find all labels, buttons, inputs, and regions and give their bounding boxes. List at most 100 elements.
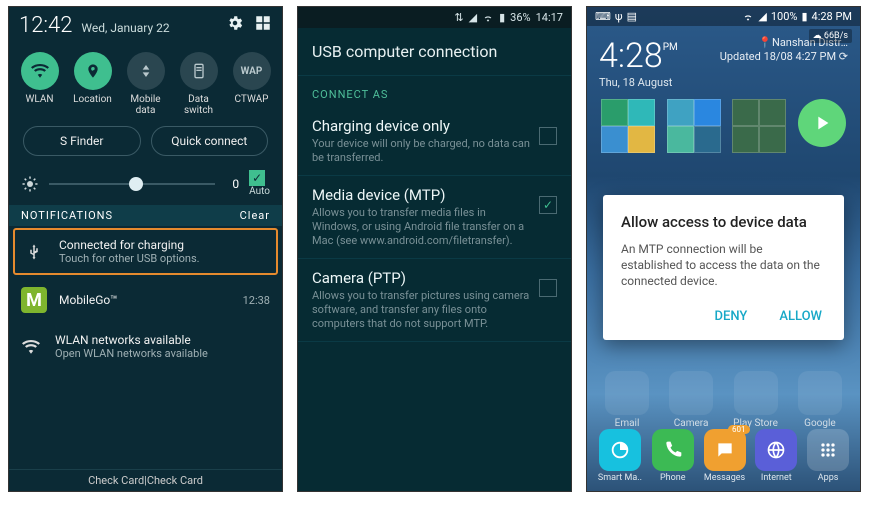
mobile-data-icon: ⇅: [454, 11, 463, 24]
quick-settings-row: WLAN Location Mobile data Data switch WA…: [9, 44, 282, 120]
network-speed-widget: ☁ 66B/s: [809, 29, 852, 43]
qs-ctwap[interactable]: WAP CTWAP: [228, 52, 276, 116]
option-ptp[interactable]: Camera (PTP) Allows you to transfer pict…: [298, 259, 571, 342]
brightness-row: 0 ✓ Auto: [9, 162, 282, 205]
option-title: Media device (MTP): [312, 186, 531, 204]
option-desc: Allows you to transfer pictures using ca…: [312, 289, 531, 331]
shade-footer[interactable]: Check Card|Check Card: [9, 469, 282, 491]
dock-label: Smart Ma..: [598, 473, 642, 483]
dock: Smart Ma.. Phone 601Messages Internet Ap…: [587, 425, 860, 487]
folder-widget-1[interactable]: [601, 99, 655, 153]
app-play-store[interactable]: Play Store: [733, 371, 778, 429]
keyboard-icon: ⌨: [595, 10, 611, 23]
notification-item-usb[interactable]: Connected for charging Touch for other U…: [13, 228, 278, 275]
checkbox[interactable]: [539, 279, 557, 297]
auto-brightness-label: Auto: [249, 186, 270, 197]
folder-widget-2[interactable]: [667, 99, 721, 153]
brightness-value: 0: [225, 177, 239, 191]
status-time: 12:42: [19, 13, 72, 38]
dock-label: Internet: [761, 473, 792, 483]
notification-shade-screen: 12:42 Wed, January 22 WLAN Location Mobi…: [8, 6, 283, 492]
net-speed-value: 66B/s: [824, 31, 848, 41]
connect-as-header: CONNECT AS: [298, 76, 571, 107]
status-bar: ⇅ ◢ ▮ 36% 14:17: [298, 7, 571, 28]
widget-row: [587, 93, 860, 159]
clock-time: 4:28: [599, 36, 663, 76]
mobilego-icon: M: [21, 287, 47, 313]
option-mtp[interactable]: Media device (MTP) Allows you to transfe…: [298, 176, 571, 259]
option-charging-only[interactable]: Charging device only Your device will on…: [298, 107, 571, 176]
dock-apps[interactable]: Apps: [807, 429, 849, 483]
dock-label: Phone: [660, 473, 686, 483]
option-title: Camera (PTP): [312, 269, 531, 287]
qs-mobile-data[interactable]: Mobile data: [122, 52, 170, 116]
checkbox[interactable]: [539, 127, 557, 145]
clock-ampm: PM: [663, 42, 678, 53]
status-left-icons: ⌨ ψ ▤: [595, 10, 637, 23]
qs-wlan-label: WLAN: [16, 94, 64, 105]
status-bar: 12:42 Wed, January 22: [9, 7, 282, 44]
app-google[interactable]: Google: [798, 371, 842, 429]
refresh-icon[interactable]: ⟳: [839, 50, 848, 63]
background-app-row: Email Camera Play Store Google: [587, 371, 860, 429]
allow-button[interactable]: ALLOW: [775, 301, 826, 332]
notifications-header: NOTIFICATIONS: [21, 209, 113, 222]
home-mtp-dialog-screen: ⌨ ψ ▤ ◢ 100% ▮ 4:28 PM ☁ 66B/s 4:28PM Th…: [586, 6, 861, 492]
s-finder-button[interactable]: S Finder: [23, 126, 141, 156]
checkbox[interactable]: ✓: [539, 196, 557, 214]
signal-icon: ◢: [758, 10, 766, 23]
location-pin-icon: 📍: [758, 36, 772, 49]
running-icon: ▤: [627, 10, 637, 23]
quick-connect-button[interactable]: Quick connect: [151, 126, 269, 156]
dock-internet[interactable]: Internet: [755, 429, 797, 483]
battery-icon: ▮: [801, 10, 807, 23]
mtp-dialog: Allow access to device data An MTP conne…: [603, 195, 844, 340]
notif-title: WLAN networks available: [55, 333, 208, 347]
auto-brightness-checkbox[interactable]: ✓: [249, 170, 265, 186]
option-title: Charging device only: [312, 117, 531, 135]
qs-location-label: Location: [69, 94, 117, 105]
dock-label: Messages: [704, 473, 745, 483]
usb-icon: ψ: [615, 10, 623, 23]
wifi-icon: [742, 12, 754, 22]
brightness-slider[interactable]: [49, 183, 215, 185]
signal-icon: ◢: [469, 11, 477, 24]
dialog-title: Allow access to device data: [621, 213, 826, 231]
dock-smart-manager[interactable]: Smart Ma..: [598, 429, 642, 483]
app-email[interactable]: Email: [605, 371, 649, 429]
dock-messages[interactable]: 601Messages: [704, 429, 746, 483]
badge: 601: [728, 425, 750, 434]
screen-title: USB computer connection: [298, 28, 571, 76]
dock-label: Apps: [818, 473, 839, 483]
brightness-icon: [21, 175, 39, 193]
clear-button[interactable]: Clear: [240, 209, 270, 222]
qs-location[interactable]: Location: [69, 52, 117, 116]
dock-phone[interactable]: Phone: [652, 429, 694, 483]
notification-item-mobilego[interactable]: M MobileGo™ 12:38: [9, 277, 282, 323]
fab-button[interactable]: [798, 99, 846, 147]
notif-sub: Open WLAN networks available: [55, 347, 208, 360]
wifi-icon: [482, 13, 494, 23]
qs-mobile-data-label: Mobile data: [122, 94, 170, 116]
status-battery: 36%: [510, 11, 530, 24]
qs-data-switch-label: Data switch: [175, 94, 223, 116]
folder-widget-3[interactable]: [732, 99, 786, 153]
usb-icon: [25, 241, 47, 263]
wap-icon: WAP: [233, 52, 271, 90]
qs-wlan[interactable]: WLAN: [16, 52, 64, 116]
grid-menu-icon[interactable]: [254, 14, 272, 32]
status-bar: ⌨ ψ ▤ ◢ 100% ▮ 4:28 PM: [587, 7, 860, 26]
battery-icon: ▮: [499, 11, 505, 24]
qs-data-switch[interactable]: Data switch: [175, 52, 223, 116]
option-desc: Allows you to transfer media files in Wi…: [312, 206, 531, 248]
status-time: 4:28 PM: [812, 10, 852, 23]
status-time: 14:17: [536, 11, 563, 24]
clock-date: Thu, 18 August: [599, 76, 678, 89]
settings-icon[interactable]: [226, 14, 244, 32]
qs-ctwap-label: CTWAP: [228, 94, 276, 105]
notification-item-wlan[interactable]: WLAN networks available Open WLAN networ…: [9, 323, 282, 370]
notif-sub: Touch for other USB options.: [59, 252, 200, 265]
deny-button[interactable]: DENY: [711, 301, 752, 332]
app-camera[interactable]: Camera: [669, 371, 713, 429]
notif-title: MobileGo™: [59, 293, 118, 307]
